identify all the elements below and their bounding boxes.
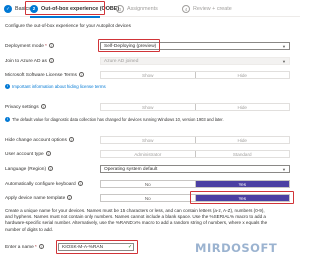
toggle-show: Show [142, 138, 154, 143]
language-value: Operating system default [104, 167, 158, 172]
language-label: Language (Region) i [5, 166, 54, 172]
info-icon: i [48, 43, 54, 48]
device-name-description: Create a unique name for your devices. N… [5, 208, 268, 232]
hide-change-account-toggle: Show Hide [100, 136, 290, 144]
license-terms-toggle: Show Hide [100, 71, 290, 79]
info-circle-icon: i [5, 117, 10, 123]
device-name-template-highlight [190, 191, 294, 204]
info-icon: i [77, 181, 83, 186]
info-icon: i [45, 151, 51, 156]
tab-review-create[interactable]: 4 Review + create [182, 3, 232, 14]
info-icon: i [78, 72, 84, 77]
page-intro: Configure the out-of-box experience for … [5, 23, 131, 28]
user-account-type-toggle: Administrator Standard [100, 150, 290, 158]
join-azure-value: Azure AD joined [104, 59, 139, 64]
info-icon: i [38, 244, 44, 249]
license-terms-label: Microsoft Software License Terms i [5, 72, 84, 78]
privacy-note: i The default value for diagnostic data c… [5, 117, 224, 123]
toggle-show: Show [142, 73, 154, 78]
active-tab-indicator [30, 16, 100, 18]
toggle-no[interactable]: No [101, 195, 195, 201]
info-icon: i [48, 166, 54, 171]
check-icon: ✓ [4, 4, 12, 13]
join-azure-label: Join to Azure AD as i [5, 58, 54, 64]
toggle-standard: Standard [194, 151, 290, 157]
tab-label: Assignments [127, 5, 158, 12]
toggle-yes[interactable]: Yes [194, 181, 289, 187]
tab-highlight-box [25, 1, 105, 15]
tab-label: Review + create [193, 5, 232, 12]
auto-keyboard-label: Automatically configure keyboard i [5, 181, 83, 187]
privacy-label: Privacy settings i [5, 104, 46, 110]
toggle-hide: Hide [194, 104, 290, 110]
deployment-mode-label: Deployment mode* i [5, 43, 54, 49]
toggle-no[interactable]: No [101, 181, 195, 187]
step-number: 4 [182, 4, 190, 13]
auto-keyboard-toggle[interactable]: No Yes [100, 180, 290, 188]
language-dropdown[interactable]: Operating system default ▼ [100, 165, 290, 173]
info-icon: i [68, 137, 74, 142]
join-azure-dropdown: Azure AD joined ▼ [100, 57, 290, 65]
toggle-show: Show [142, 105, 154, 110]
chevron-down-icon: ▼ [282, 59, 286, 64]
chevron-down-icon: ▼ [282, 167, 286, 172]
chevron-down-icon: ▼ [282, 44, 286, 49]
tab-assignments[interactable]: 3 Assignments [116, 3, 158, 14]
device-name-template-label: Apply device name template i [5, 195, 73, 201]
info-circle-icon: i [5, 84, 10, 90]
toggle-administrator: Administrator [134, 152, 162, 157]
privacy-toggle: Show Hide [100, 103, 290, 111]
important-info-link[interactable]: i Important information about hiding lice… [5, 84, 106, 90]
info-icon: i [40, 104, 46, 109]
enter-name-label: Enter a name* i [5, 244, 44, 250]
device-name-highlight [56, 240, 138, 254]
info-icon: i [67, 195, 73, 200]
user-account-type-label: User account type i [5, 151, 51, 157]
toggle-hide: Hide [194, 137, 290, 143]
watermark-logo: MIRDOSOFT [195, 241, 278, 255]
deployment-mode-highlight [98, 39, 160, 52]
step-number: 3 [116, 4, 124, 13]
toggle-hide: Hide [194, 72, 290, 78]
hide-change-account-label: Hide change account options i [5, 137, 74, 143]
info-icon: i [48, 58, 54, 63]
